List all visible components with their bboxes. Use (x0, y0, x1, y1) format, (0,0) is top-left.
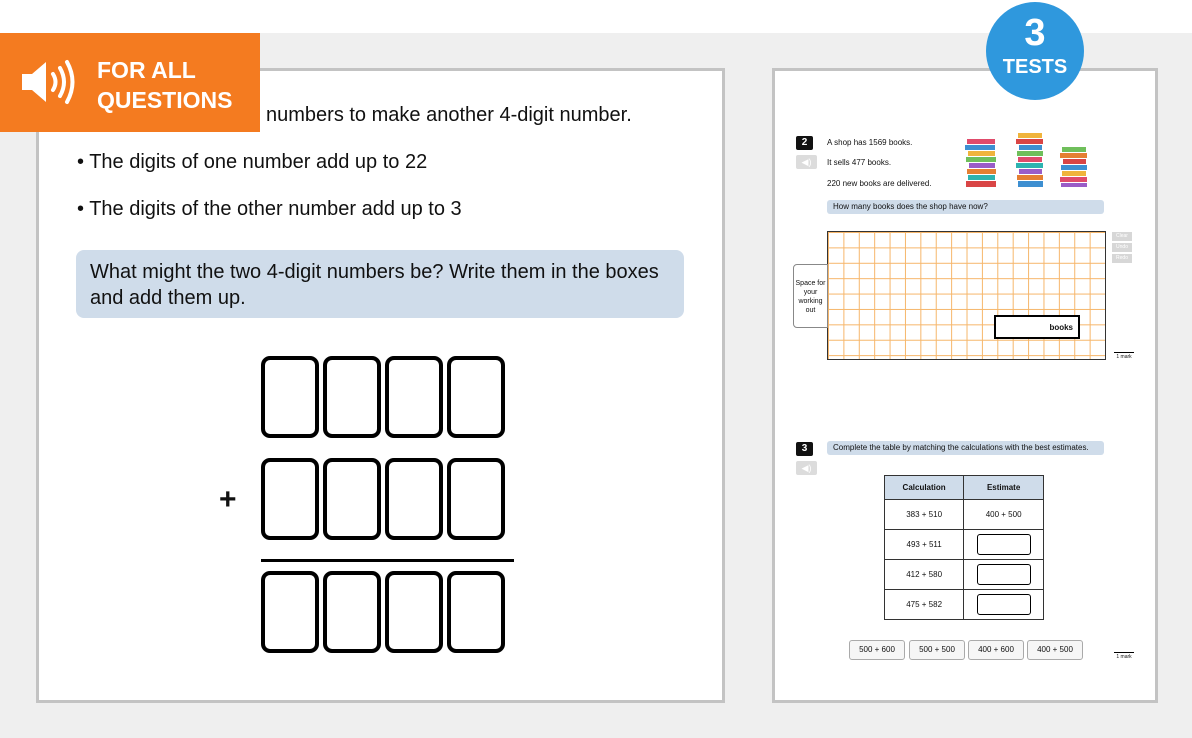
q2-line-2: It sells 477 books. (827, 158, 892, 167)
for-all-questions-banner[interactable]: FOR ALL QUESTIONS (0, 33, 260, 132)
undo-button[interactable]: Undo (1112, 243, 1132, 252)
digit-box-row2-2[interactable] (323, 458, 381, 540)
question-2-text: How many books does the shop have now? (833, 202, 988, 211)
digit-box-row1-4[interactable] (447, 356, 505, 438)
question-2-number: 2 (796, 136, 813, 150)
book-stacks-image (965, 133, 1087, 187)
table-row: 412 + 580 (883, 559, 1044, 590)
digit-box-row2-4[interactable] (447, 458, 505, 540)
question-prompt-box: What might the two 4-digit numbers be? W… (76, 250, 684, 318)
banner-label-line2: QUESTIONS (97, 87, 233, 113)
q2-line-3: 220 new books are delivered. (827, 179, 932, 188)
estimate-drop-box[interactable] (976, 594, 1031, 615)
table-row: 493 + 511 (883, 529, 1044, 560)
working-out-grid[interactable] (827, 231, 1106, 360)
question-prompt-text: What might the two 4-digit numbers be? W… (90, 261, 659, 309)
question-panel: numbers to make another 4-digit number. … (36, 68, 725, 703)
question-intro-text: numbers to make another 4-digit number. (266, 104, 632, 126)
digit-box-row2-1[interactable] (261, 458, 319, 540)
table-header-row: Calculation Estimate (883, 475, 1044, 500)
calc-cell: 493 + 511 (883, 529, 965, 560)
answer-box-books[interactable]: books (994, 315, 1080, 339)
estimate-cell: 400 + 500 (963, 499, 1044, 530)
estimate-drop-cell (963, 589, 1044, 620)
table-row: 383 + 510 400 + 500 (883, 499, 1044, 530)
q2-line-1: A shop has 1569 books. (827, 138, 913, 147)
estimate-table: Calculation Estimate 383 + 510 400 + 500… (883, 475, 1044, 620)
digit-box-row1-3[interactable] (385, 356, 443, 438)
digit-box-row1-2[interactable] (323, 356, 381, 438)
choice-chip-1[interactable]: 500 + 600 (849, 640, 905, 660)
estimate-drop-box[interactable] (976, 534, 1031, 555)
working-out-label: Space for your working out (795, 280, 826, 314)
speaker-icon (22, 60, 75, 104)
q3-mark-label: 1 mark (1114, 652, 1134, 660)
question-3-audio-icon[interactable]: ◀) (796, 461, 817, 475)
digit-box-answer-2[interactable] (323, 571, 381, 653)
banner-label: FOR ALL QUESTIONS (97, 55, 232, 115)
header-estimate: Estimate (963, 475, 1044, 500)
estimate-drop-cell (963, 529, 1044, 560)
redo-button[interactable]: Redo (1112, 254, 1132, 263)
tests-count: 3 (1024, 12, 1046, 54)
working-out-label-box: Space for your working out (793, 264, 828, 328)
clear-button[interactable]: Clear (1112, 232, 1132, 241)
question-3-bar: Complete the table by matching the calcu… (827, 441, 1104, 455)
banner-label-line1: FOR ALL (97, 57, 196, 83)
question-3-number: 3 (796, 442, 813, 456)
digit-box-answer-1[interactable] (261, 571, 319, 653)
q2-mark-label: 1 mark (1114, 352, 1134, 360)
sum-rule (261, 559, 514, 562)
choice-chip-2[interactable]: 500 + 500 (909, 640, 965, 660)
choice-chip-3[interactable]: 400 + 600 (968, 640, 1024, 660)
question-2-bar: How many books does the shop have now? (827, 200, 1104, 214)
digit-box-answer-3[interactable] (385, 571, 443, 653)
digit-box-row1-1[interactable] (261, 356, 319, 438)
choice-chip-4[interactable]: 400 + 500 (1027, 640, 1083, 660)
question-3-text: Complete the table by matching the calcu… (833, 443, 1089, 452)
digit-box-row2-3[interactable] (385, 458, 443, 540)
calc-cell: 383 + 510 (883, 499, 965, 530)
calc-cell: 475 + 582 (883, 589, 965, 620)
tests-badge: 3 TESTS (986, 2, 1084, 100)
bullet-one: • The digits of one number add up to 22 (77, 151, 428, 173)
table-row: 475 + 582 (883, 589, 1044, 620)
plus-sign: + (219, 483, 237, 516)
estimate-drop-cell (963, 559, 1044, 590)
bullet-two: • The digits of the other number add up … (77, 198, 462, 220)
estimate-drop-box[interactable] (976, 564, 1031, 585)
digit-box-answer-4[interactable] (447, 571, 505, 653)
tests-label: TESTS (1002, 56, 1068, 78)
question-2-audio-icon[interactable]: ◀) (796, 155, 817, 169)
header-calculation: Calculation (883, 475, 965, 500)
answer-unit-label: books (1049, 323, 1073, 332)
test-page-preview[interactable]: 2 ◀) A shop has 1569 books. It sells 477… (772, 68, 1158, 703)
calc-cell: 412 + 580 (883, 559, 965, 590)
